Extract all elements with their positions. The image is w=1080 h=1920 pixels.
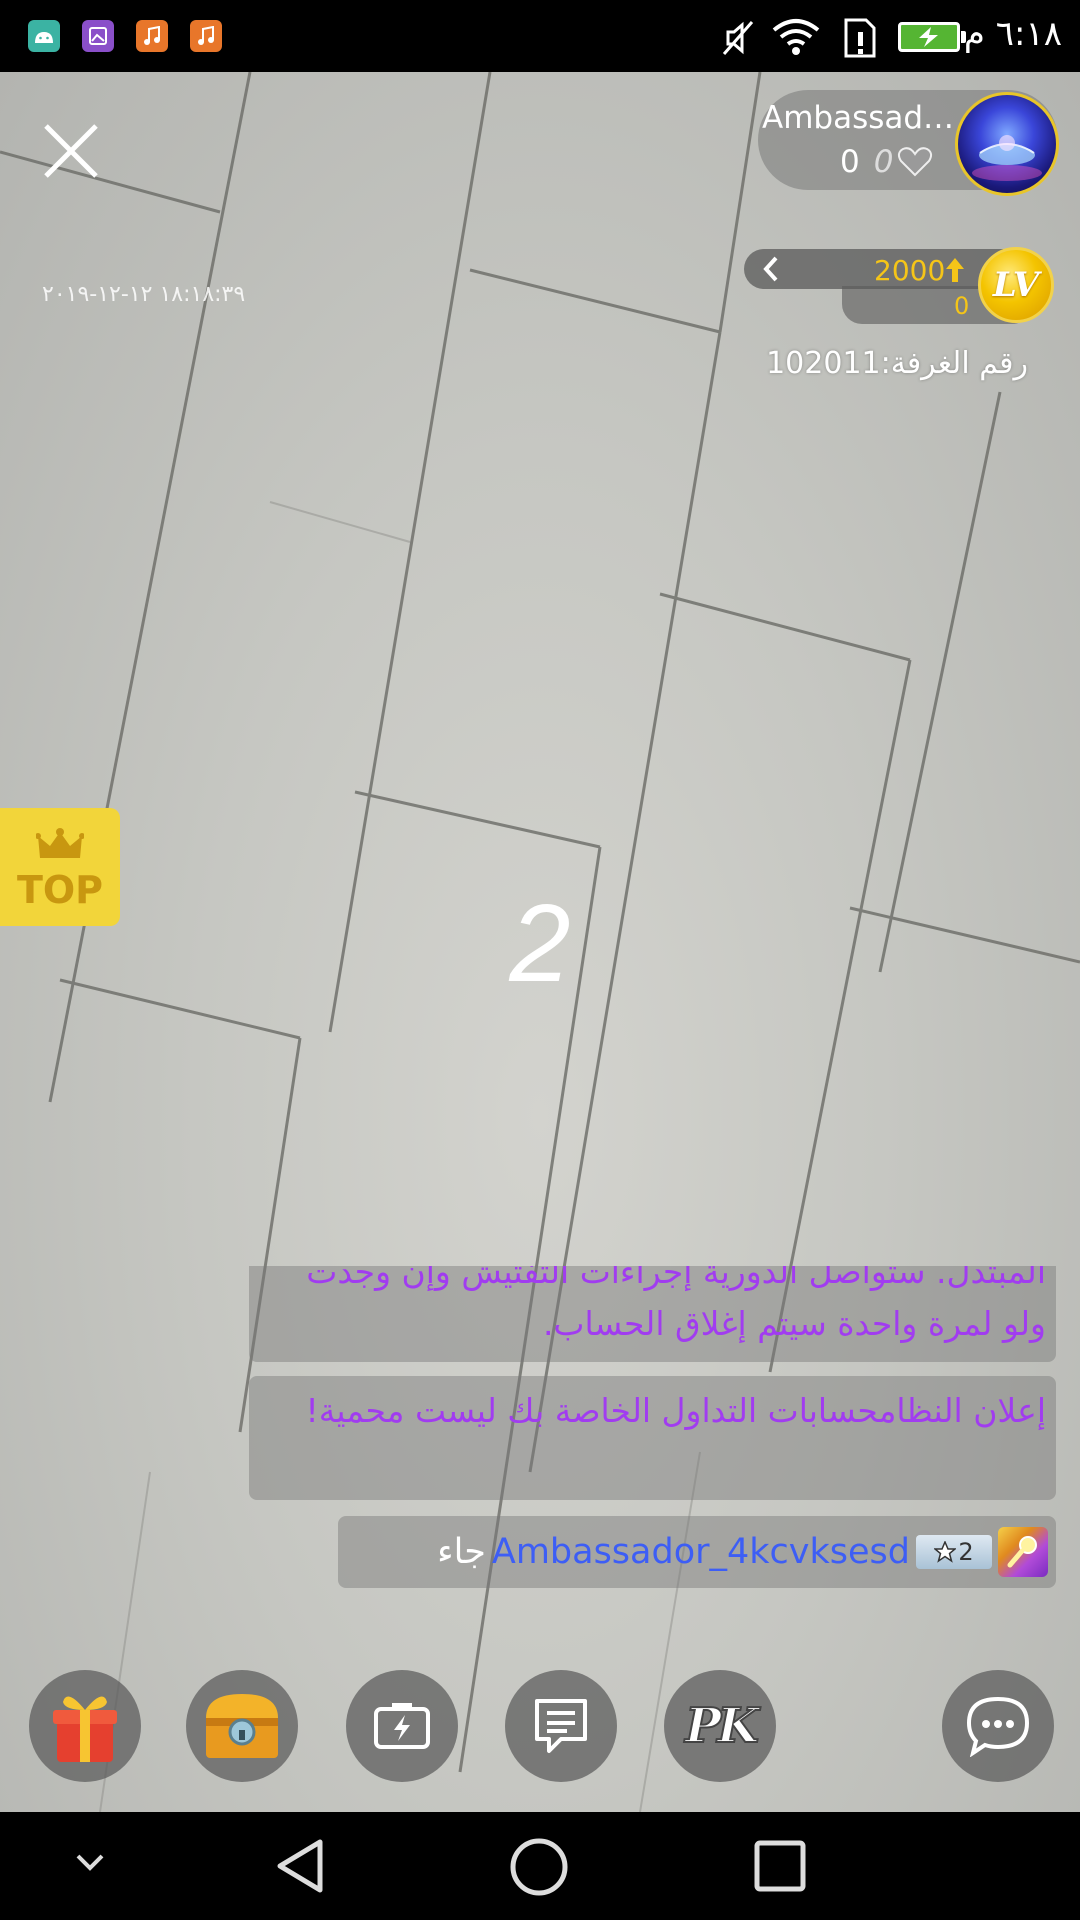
home-icon[interactable]	[508, 1836, 570, 1898]
pk-icon: PK	[684, 1697, 760, 1755]
chat-message-join: 2 Ambassador_4kcvksesd جاء	[338, 1516, 1056, 1588]
flash-camera-icon	[374, 1703, 430, 1749]
gift-icon	[53, 1696, 117, 1762]
chat-message-text: إعلان النظامحسابات التداول الخاصة بك ليس…	[305, 1391, 1046, 1430]
chevron-down-icon[interactable]	[74, 1850, 106, 1874]
star-icon	[934, 1541, 957, 1563]
heart-icon	[898, 147, 933, 177]
sim-alert-icon	[844, 18, 876, 58]
wifi-icon	[772, 19, 820, 55]
user-level-number: 2	[958, 1538, 974, 1566]
recents-icon[interactable]	[752, 1838, 808, 1894]
gift-button[interactable]	[29, 1670, 141, 1782]
flash-camera-button[interactable]	[346, 1670, 458, 1782]
gallery-icon	[82, 20, 114, 52]
music-icon	[136, 20, 168, 52]
treasure-chest-icon	[206, 1694, 278, 1758]
like-count: 0	[873, 144, 894, 180]
user-level-badge: 2	[916, 1535, 992, 1569]
join-username[interactable]: Ambassador_4kcvksesd	[492, 1532, 910, 1572]
host-stats: 0 0	[840, 144, 933, 180]
chat-bubble-icon	[966, 1696, 1030, 1757]
chat-message-system-announcement: إعلان النظامحسابات التداول الخاصة بك ليس…	[249, 1376, 1056, 1500]
message-list-button[interactable]	[505, 1670, 617, 1782]
back-icon[interactable]	[272, 1836, 328, 1896]
pk-button[interactable]: PK	[664, 1670, 776, 1782]
navigation-bar	[0, 1812, 1080, 1920]
android-icon	[28, 20, 60, 52]
lv-badge-icon[interactable]: LV	[978, 247, 1054, 323]
battery-charging-icon	[898, 22, 966, 52]
status-bar: ٦:١٨ م	[0, 0, 1080, 72]
host-avatar[interactable]	[955, 92, 1059, 196]
close-button[interactable]	[38, 118, 104, 184]
status-time: ٦:١٨ م	[963, 14, 1062, 54]
mute-icon	[722, 21, 754, 55]
level-sub-value: 0	[954, 292, 970, 320]
music-icon	[190, 20, 222, 52]
join-verb: جاء	[437, 1532, 486, 1572]
room-number: رقم الغرفة:102011	[766, 346, 1028, 381]
viewer-count: 0	[840, 144, 860, 180]
level-value: 2000	[874, 254, 946, 287]
stream-datetime: ١٨:١٨:٣٩ ١٢-١٢-٢٠١٩	[42, 282, 246, 307]
message-list-icon	[535, 1699, 587, 1753]
chevron-left-icon[interactable]	[756, 250, 786, 288]
treasure-chest-button[interactable]	[186, 1670, 298, 1782]
mic-medal-icon	[998, 1527, 1048, 1577]
arrow-up-icon	[946, 258, 964, 282]
chat-message-system-warning: المبتذل. ستواصل الدورية إجراءات التفتيش …	[249, 1266, 1056, 1362]
crown-icon	[36, 828, 84, 858]
chat-button[interactable]	[942, 1670, 1054, 1782]
countdown-number: 2	[509, 882, 571, 1005]
host-name: Ambassad…	[762, 100, 952, 136]
chat-message-text: المبتذل. ستواصل الدورية إجراءات التفتيش …	[306, 1266, 1046, 1343]
